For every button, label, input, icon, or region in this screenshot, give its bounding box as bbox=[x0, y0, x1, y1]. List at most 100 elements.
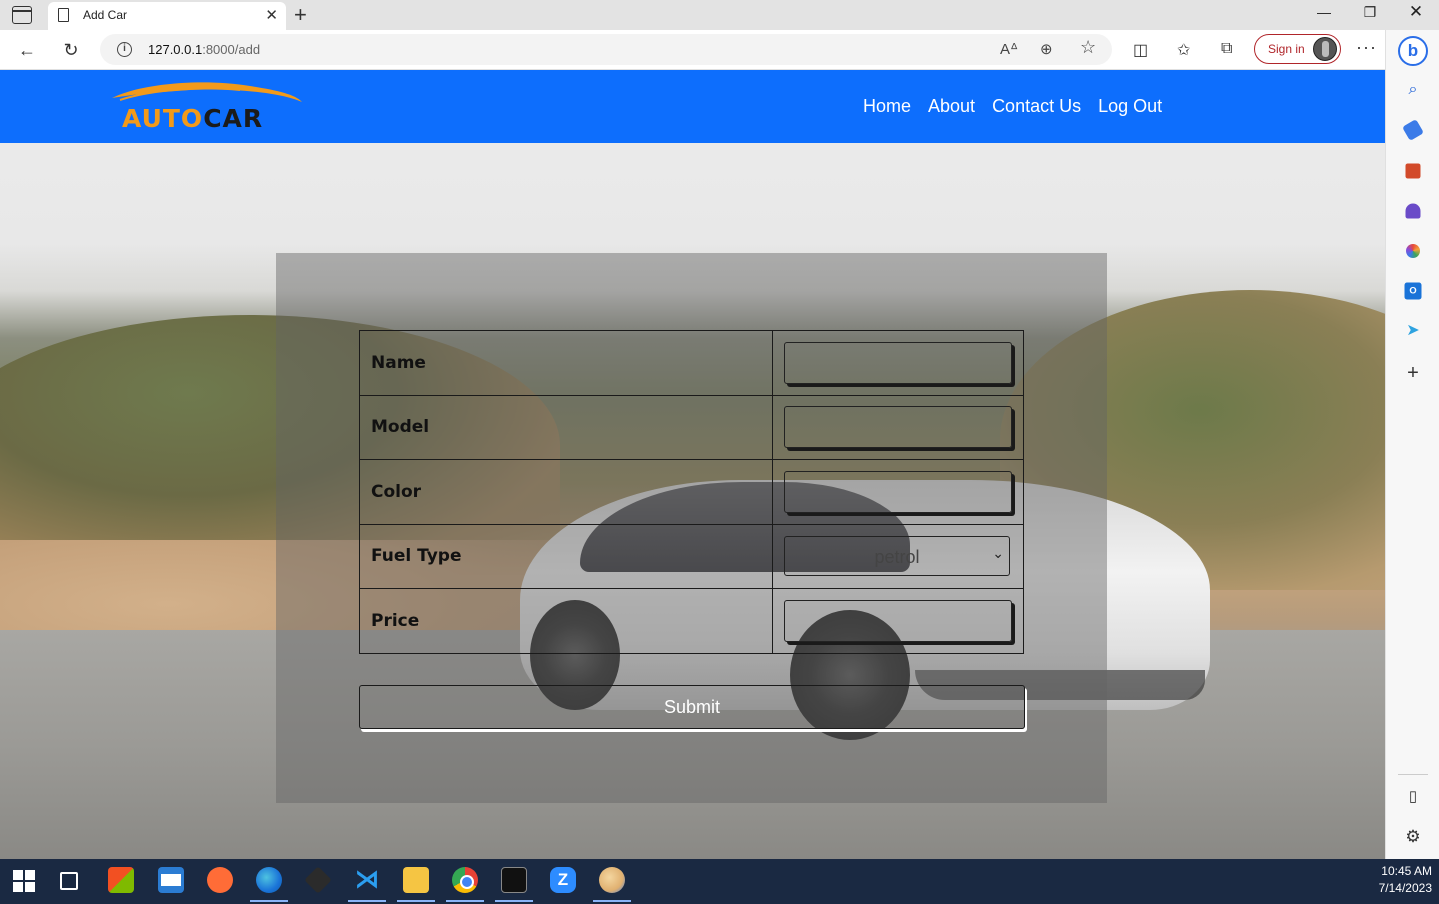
office-icon[interactable] bbox=[1406, 244, 1420, 258]
add-icon[interactable]: + bbox=[1403, 363, 1423, 383]
form-row-color: Color bbox=[358, 459, 1024, 525]
chrome-icon[interactable] bbox=[452, 867, 478, 893]
browser-tab-bar: Add Car ✕ + — ❐ ✕ bbox=[0, 0, 1439, 30]
more-options-icon[interactable]: ··· bbox=[1356, 37, 1377, 58]
open-app-indicator bbox=[397, 900, 435, 902]
nav-logout-link[interactable]: Log Out bbox=[1098, 96, 1162, 117]
mail-icon[interactable] bbox=[158, 867, 184, 893]
edge-sidebar: b ⌕ O ➤ + ▯ ⚙ bbox=[1385, 30, 1439, 859]
outlook-icon[interactable]: O bbox=[1404, 282, 1422, 300]
input-cell: petrol ⌄ bbox=[772, 523, 1024, 589]
fuel-type-select[interactable]: petrol ⌄ bbox=[784, 536, 1011, 577]
input-cell bbox=[772, 459, 1024, 525]
microsoft-store-icon[interactable] bbox=[108, 867, 134, 893]
drop-send-icon[interactable]: ➤ bbox=[1403, 321, 1423, 341]
file-explorer-icon[interactable] bbox=[403, 867, 429, 893]
open-app-indicator bbox=[593, 900, 631, 902]
input-cell bbox=[772, 588, 1024, 654]
tools-briefcase-icon[interactable] bbox=[1405, 163, 1421, 179]
tab-close-icon[interactable]: ✕ bbox=[265, 6, 278, 24]
form-row-name: Name bbox=[358, 330, 1024, 396]
sign-in-button[interactable]: Sign in bbox=[1254, 34, 1341, 64]
favorites-icon[interactable]: ✩ bbox=[1177, 40, 1190, 60]
info-icon[interactable]: i bbox=[117, 42, 132, 57]
open-app-indicator bbox=[348, 900, 386, 902]
open-app-indicator bbox=[495, 900, 533, 902]
nav-contact-link[interactable]: Contact Us bbox=[992, 96, 1081, 117]
form-row-fuel-type: Fuel Type petrol ⌄ bbox=[358, 523, 1024, 589]
terminal-icon[interactable] bbox=[501, 867, 527, 893]
logo-auto-text: AUTO bbox=[122, 104, 204, 133]
sign-in-label: Sign in bbox=[1268, 42, 1305, 56]
logo-text: AUTOCAR bbox=[122, 106, 263, 132]
vscode-icon[interactable]: ⋊ bbox=[354, 867, 380, 893]
nav-home-link[interactable]: Home bbox=[863, 96, 911, 117]
submit-button[interactable]: Submit bbox=[359, 685, 1025, 729]
address-bar[interactable]: i 127.0.0.1:8000/add Aᐞ ⊕ ☆ bbox=[100, 34, 1112, 65]
tab-actions-icon[interactable] bbox=[12, 6, 32, 24]
add-car-form-panel: Name Model Color Fuel Type petrol ⌄ Pric… bbox=[276, 253, 1107, 803]
close-window-icon[interactable]: ✕ bbox=[1393, 2, 1439, 24]
form-row-model: Model bbox=[358, 394, 1024, 460]
label-cell: Color bbox=[358, 459, 774, 525]
restore-icon[interactable]: ❐ bbox=[1347, 4, 1393, 26]
collections-icon[interactable]: ⧉ bbox=[1221, 40, 1232, 58]
tab-title: Add Car bbox=[83, 8, 128, 22]
fuel-type-selected-value: petrol bbox=[874, 547, 920, 568]
windows-start-icon[interactable] bbox=[11, 867, 37, 893]
nav-about-link[interactable]: About bbox=[928, 96, 975, 117]
model-input[interactable] bbox=[784, 406, 1013, 449]
browser-tab-add-car[interactable]: Add Car ✕ bbox=[48, 2, 286, 30]
git-icon[interactable] bbox=[304, 866, 332, 894]
form-row-price: Price bbox=[358, 588, 1024, 654]
site-nav: Home About Contact Us Log Out bbox=[863, 96, 1162, 117]
avatar bbox=[1313, 37, 1337, 61]
label-cell: Name bbox=[358, 330, 774, 396]
browser-toolbar: ← ↻ i 127.0.0.1:8000/add Aᐞ ⊕ ☆ ◫ ✩ ⧉ Si… bbox=[0, 30, 1439, 70]
add-car-form-table: Name Model Color Fuel Type petrol ⌄ Pric… bbox=[358, 330, 1024, 654]
autocar-logo[interactable]: AUTOCAR bbox=[110, 80, 304, 132]
url-text[interactable]: 127.0.0.1:8000/add bbox=[148, 42, 260, 57]
shopping-tag-icon[interactable] bbox=[1402, 119, 1424, 141]
open-app-indicator bbox=[446, 900, 484, 902]
edge-browser-icon[interactable] bbox=[256, 867, 282, 893]
price-label: Price bbox=[371, 610, 420, 631]
paint-icon[interactable] bbox=[599, 867, 625, 893]
sidebar-divider bbox=[1398, 774, 1428, 775]
refresh-icon[interactable]: ↻ bbox=[59, 38, 83, 62]
postman-icon[interactable] bbox=[207, 867, 233, 893]
color-input[interactable] bbox=[784, 470, 1013, 513]
split-screen-icon[interactable]: ◫ bbox=[1133, 40, 1148, 60]
task-view-icon[interactable] bbox=[60, 872, 78, 890]
read-aloud-icon[interactable]: Aᐞ bbox=[1000, 40, 1018, 58]
active-app-indicator bbox=[250, 900, 288, 902]
games-icon[interactable] bbox=[1405, 203, 1421, 219]
back-arrow-icon[interactable]: ← bbox=[15, 38, 39, 62]
model-label: Model bbox=[371, 417, 430, 438]
clock-time: 10:45 AM bbox=[1381, 864, 1432, 878]
name-input[interactable] bbox=[784, 341, 1013, 384]
input-cell bbox=[772, 394, 1024, 460]
page-viewport: AUTOCAR Home About Contact Us Log Out Na… bbox=[0, 70, 1385, 859]
system-clock[interactable]: 10:45 AM 7/14/2023 bbox=[1379, 863, 1432, 897]
url-path: :8000/add bbox=[202, 42, 261, 57]
zoom-app-icon[interactable]: Z bbox=[550, 867, 576, 893]
page-icon bbox=[58, 8, 69, 22]
zoom-icon[interactable]: ⊕ bbox=[1040, 40, 1053, 58]
favorite-star-icon[interactable]: ☆ bbox=[1080, 37, 1096, 58]
search-icon[interactable]: ⌕ bbox=[1403, 80, 1423, 100]
color-label: Color bbox=[371, 481, 422, 502]
new-tab-icon[interactable]: + bbox=[294, 2, 307, 28]
minimize-icon[interactable]: — bbox=[1301, 4, 1347, 26]
settings-gear-icon[interactable]: ⚙ bbox=[1403, 827, 1423, 847]
bing-chat-icon[interactable]: b bbox=[1398, 36, 1428, 66]
input-cell bbox=[772, 330, 1024, 396]
price-input[interactable] bbox=[784, 599, 1013, 642]
name-label: Name bbox=[371, 352, 426, 373]
url-host: 127.0.0.1 bbox=[148, 42, 203, 57]
site-header: AUTOCAR Home About Contact Us Log Out bbox=[0, 70, 1385, 143]
label-cell: Model bbox=[358, 394, 774, 460]
fuel-type-label: Fuel Type bbox=[371, 546, 462, 567]
logo-car-text: CAR bbox=[203, 104, 264, 133]
hide-sidebar-icon[interactable]: ▯ bbox=[1403, 787, 1423, 807]
